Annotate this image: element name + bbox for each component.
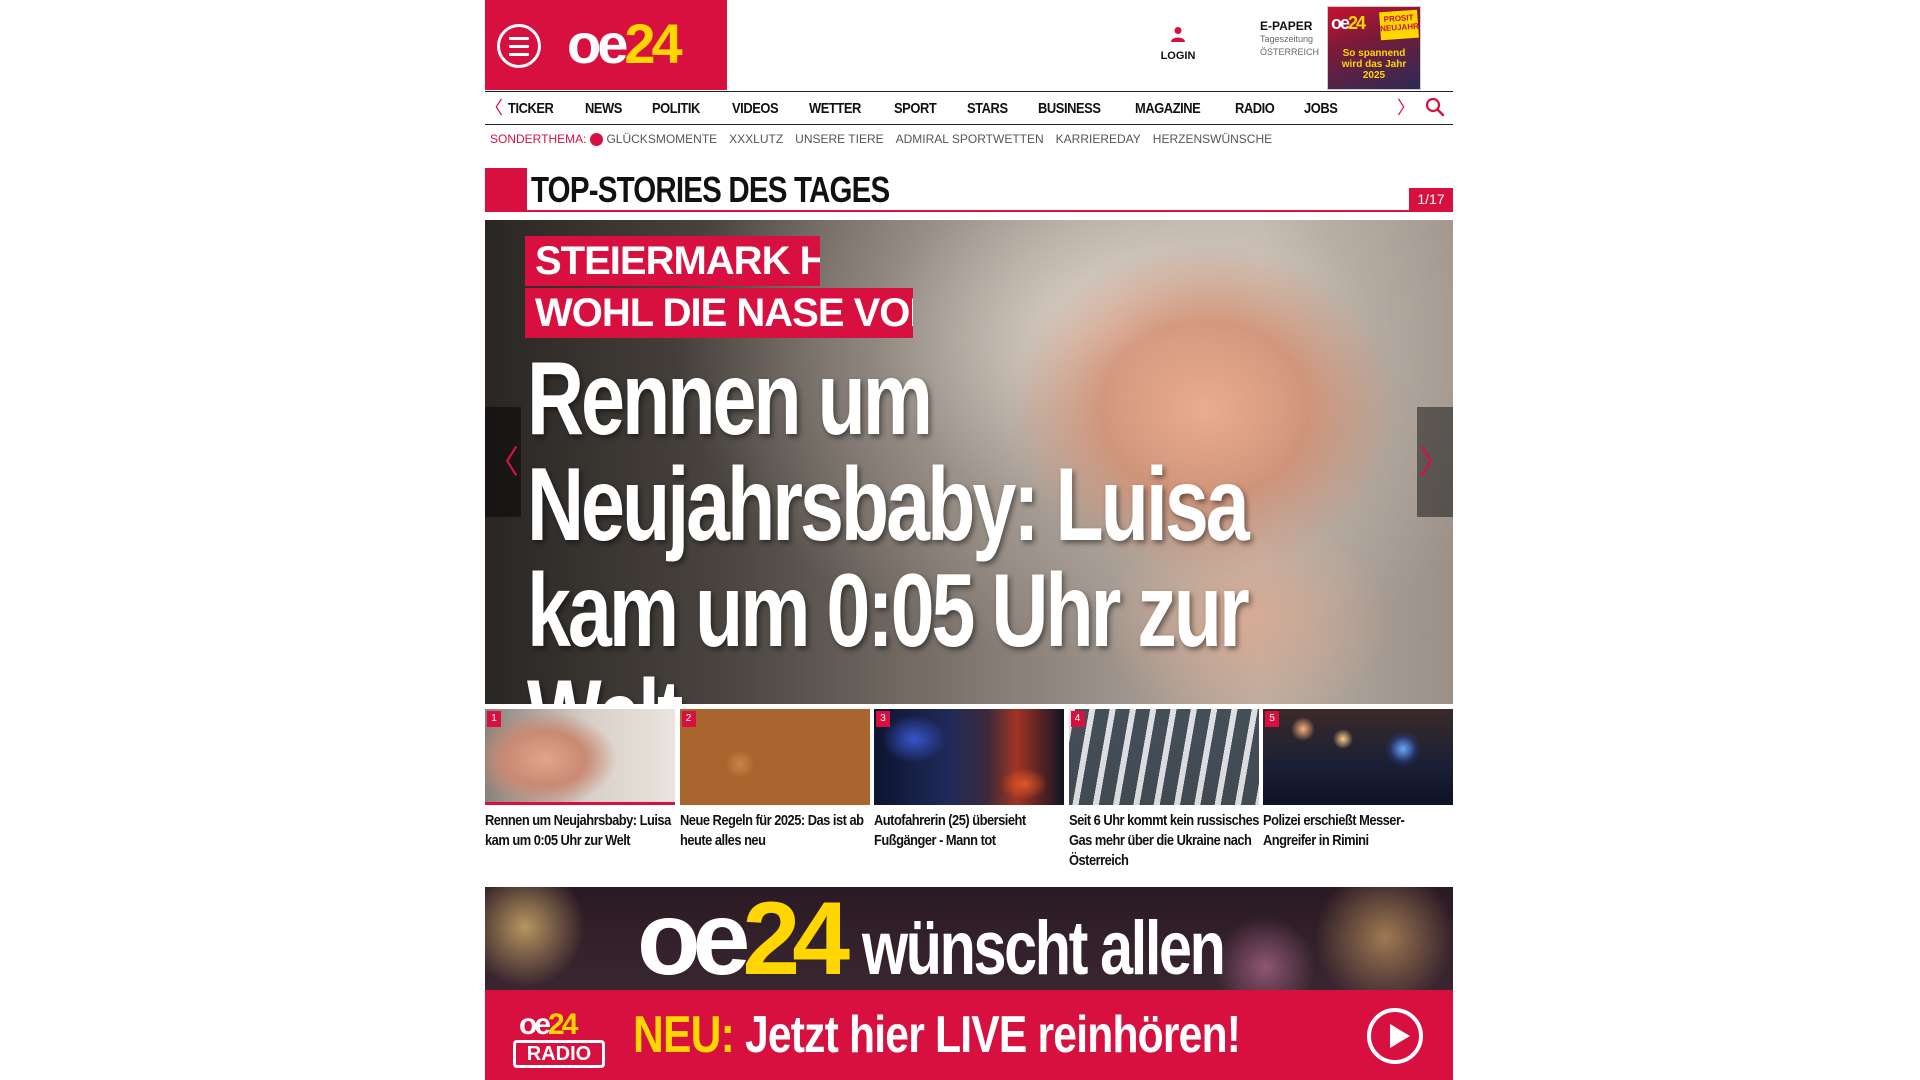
story-thumbnail[interactable]: 2 Neue Regeln für 2025: Das ist ab heute… [679,709,871,874]
subnav: SONDERTHEMA: GLÜCKSMOMENTE XXXLUTZ UNSERE … [490,130,1284,148]
thumbnail-number: 1 [487,711,501,727]
cover-logo: oe24 [1331,13,1366,33]
special-topic-icon [590,132,604,146]
radio-logo-label: RADIO [513,1040,605,1068]
site-header: oe 24 LOGIN E-PAPER Tageszeitung ÖSTERRE… [485,0,1453,90]
nav-item-sport[interactable]: SPORT [894,100,937,117]
story-thumbnail[interactable]: 4 Seit 6 Uhr kommt kein russisches Gas m… [1068,709,1260,874]
thumbnail-number: 4 [1070,711,1085,727]
banner-text: oe 24 wünscht allen [637,887,1326,991]
subnav-item[interactable]: XXXLUTZ [729,132,783,146]
banner-message: wünscht allen [862,906,1226,991]
menu-line-icon [509,52,529,56]
thumbnail-image: 3 [874,709,1064,805]
nav-item-videos[interactable]: VIDEOS [732,100,779,117]
story-thumbnails: 1 Rennen um Neujahrsbaby: Luisa kam um 0… [485,709,1453,874]
radio-new-label: NEU: [633,1006,735,1064]
play-icon[interactable] [1367,1008,1423,1064]
epaper-cover-image[interactable]: oe24 PROSIT NEUJAHR! So spannend wird da… [1327,6,1421,90]
thumbnail-number: 3 [876,711,890,727]
subnav-item[interactable]: GLÜCKSMOMENTE [606,132,717,146]
radio-cta[interactable]: NEU: Jetzt hier LIVE reinhören! [633,1005,1241,1065]
nav-item-jobs[interactable]: JOBS [1304,100,1338,117]
main-nav: 〈 TICKER NEWS POLITIK VIDEOS WETTER SPORT STAR… [485,91,1453,125]
thumbnail-image: 1 [485,709,675,805]
subnav-item[interactable]: KARRIEREDAY [1056,132,1141,146]
nav-item-ticker[interactable]: TICKER [508,100,554,117]
hero-kicker-line: STEIERMARK HAT [525,236,820,286]
hero-kicker-line: WOHL DIE NASE VORNE [525,288,913,338]
nav-item-politik[interactable]: POLITIK [652,100,700,117]
thumbnail-title[interactable]: Neue Regeln für 2025: Das ist ab heute a… [680,811,871,851]
page: oe 24 LOGIN E-PAPER Tageszeitung ÖSTERRE… [485,0,1453,1080]
nav-next-arrow-icon[interactable]: 〉 [1397,98,1415,118]
subnav-item[interactable]: ADMIRAL SPORTWETTEN [896,132,1044,146]
banner-logo-24: 24 [742,887,850,991]
nav-item-radio[interactable]: RADIO [1235,100,1275,117]
thumbnail-title[interactable]: Polizei erschießt Messer-Angreifer in Ri… [1263,811,1454,851]
login-button[interactable]: LOGIN [1157,26,1199,64]
thumbnail-title[interactable]: Rennen um Neujahrsbaby: Luisa kam um 0:0… [485,811,676,851]
nav-item-magazine[interactable]: MAGAZINE [1135,100,1201,117]
epaper-subtitle: Tageszeitung [1260,34,1314,44]
logo-box: oe 24 [485,0,727,90]
nav-item-stars[interactable]: STARS [967,100,1008,117]
thumbnail-image: 4 [1068,709,1259,805]
slider-next-button[interactable]: 〉 [1417,407,1453,517]
slide-counter: 1/17 [1409,188,1453,210]
thumbnail-image: 2 [679,709,870,805]
subnav-items: GLÜCKSMOMENTE XXXLUTZ UNSERE TIERE ADMIRAL … [606,132,1284,146]
thumbnail-number: 5 [1265,711,1279,727]
login-label: LOGIN [1160,50,1196,62]
hero-story[interactable]: STEIERMARK HAT WOHL DIE NASE VORNE Renne… [485,220,1453,704]
subnav-item[interactable]: UNSERE TIERE [795,132,883,146]
slider-prev-button[interactable]: 〈 [485,407,521,517]
thumbnail-image: 5 [1263,709,1453,805]
epaper-link[interactable]: E-PAPER Tageszeitung ÖSTERREICH [1260,20,1330,59]
nav-item-wetter[interactable]: WETTER [809,100,861,117]
logo-24: 24 [624,12,682,75]
radio-live-bar[interactable]: oe24 RADIO NEU: Jetzt hier LIVE reinhöre… [485,990,1453,1080]
hamburger-menu-button[interactable] [497,24,541,68]
epaper-subtitle: ÖSTERREICH [1260,47,1320,57]
radio-logo-oe24: oe24 [519,1008,578,1041]
hero-headline[interactable]: Rennen um Neujahrsbaby: Luisa kam um 0:0… [527,346,1363,704]
subnav-label: SONDERTHEMA: [490,132,587,146]
cover-badge: PROSIT NEUJAHR! [1379,9,1420,41]
site-logo[interactable]: oe 24 [567,12,683,75]
banner-logo-oe: oe [637,887,750,991]
search-icon[interactable] [1425,97,1445,117]
menu-line-icon [509,36,529,40]
nav-item-business[interactable]: BUSINESS [1038,100,1101,117]
story-thumbnail[interactable]: 1 Rennen um Neujahrsbaby: Luisa kam um 0… [485,709,675,874]
radio-live-text: Jetzt hier LIVE reinhören! [744,1006,1241,1064]
section-underline [527,210,1453,212]
radio-logo: oe24 RADIO [513,1010,609,1070]
section-title: TOP-STORIES DES TAGES [531,169,890,210]
hero-kicker: STEIERMARK HAT WOHL DIE NASE VORNE [525,236,913,340]
story-thumbnail[interactable]: 3 Autofahrerin (25) übersieht Fußgänger … [874,709,1064,874]
user-icon [1171,27,1185,42]
top-stories-header: TOP-STORIES DES TAGES 1/17 [485,168,1453,212]
nav-prev-arrow-icon[interactable]: 〈 [485,98,503,118]
thumbnail-title[interactable]: Autofahrerin (25) übersieht Fußgänger - … [874,811,1065,851]
nav-item-news[interactable]: NEWS [585,100,622,117]
menu-line-icon [509,44,529,48]
section-accent-block [485,168,527,212]
story-thumbnail[interactable]: 5 Polizei erschießt Messer-Angreifer in … [1263,709,1453,874]
new-year-banner[interactable]: oe 24 wünscht allen [485,887,1453,991]
nav-list: TICKER NEWS POLITIK VIDEOS WETTER SPORT STARS B… [508,92,1367,124]
thumbnail-title[interactable]: Seit 6 Uhr kommt kein russisches Gas meh… [1069,811,1260,871]
epaper-title: E-PAPER [1260,19,1313,33]
cover-headline: So spannend wird das Jahr 2025 [1341,48,1407,81]
thumbnail-number: 2 [681,711,696,727]
logo-oe: oe [567,12,628,75]
subnav-item[interactable]: HERZENSWÜNSCHE [1153,132,1272,146]
